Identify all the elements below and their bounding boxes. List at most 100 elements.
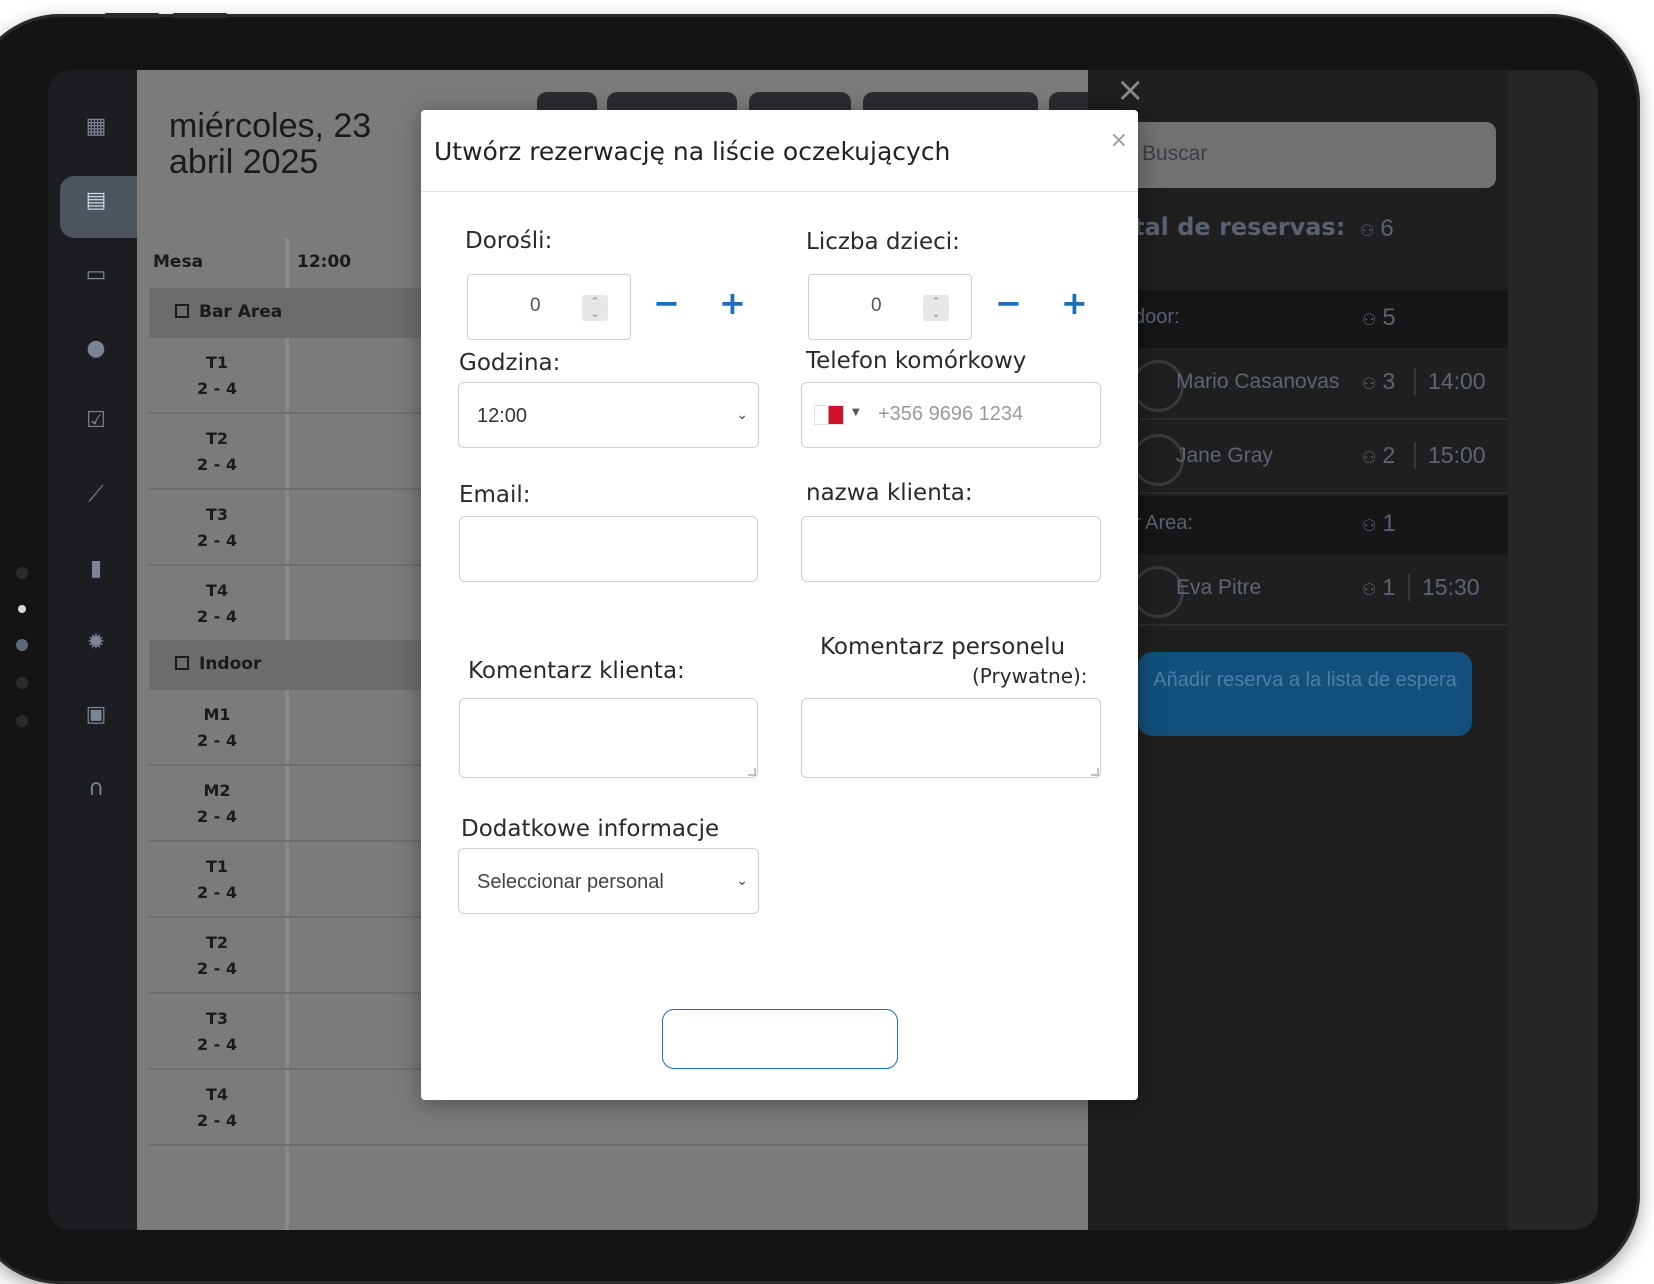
entry-name: Eva Pitre [1176,576,1262,599]
people-icon: ⚇ [1360,223,1375,240]
area-band: r Area: ⚇ 1 [1088,496,1508,554]
table-name: M2 [203,781,231,800]
staff-comment-sublabel: (Prywatne): [972,664,1088,688]
table-name: T3 [205,1009,229,1028]
chevron-down-icon: ⌄ [736,873,748,889]
table-capacity: 2 - 4 [196,1111,238,1130]
entry-party: ⚇ 1 [1362,574,1396,600]
phone-label: Telefon komórkowy [806,348,1027,374]
malta-flag-icon[interactable] [814,405,844,425]
table-capacity: 2 - 4 [196,883,238,902]
waitlist-entry[interactable]: Mario Casanovas ⚇ 3 14:00 [1088,348,1508,420]
search-placeholder: Buscar [1142,142,1208,165]
tablet-volume-button [172,13,228,18]
area-count: ⚇ 1 [1362,510,1396,537]
entry-party: ⚇ 3 [1362,368,1396,394]
table-name: T1 [205,857,229,876]
table-capacity: 2 - 4 [196,807,238,826]
phone-input[interactable]: ▼ +356 9696 1234 [801,382,1101,448]
date-title: miércoles, 23 abril 2025 [169,108,429,180]
area-band: door: ⚇ 5 [1088,290,1508,348]
table-capacity: 2 - 4 [196,731,238,750]
email-field[interactable] [459,516,758,582]
chart-icon[interactable]: ⟋ [74,472,118,516]
staff-select[interactable]: Seleccionar personal ⌄ [458,848,759,914]
table-name: M1 [203,705,231,724]
children-label: Liczba dzieci: [806,229,960,255]
spinner-icon[interactable]: ⌃ ⌄ [582,295,608,321]
spinner-icon[interactable]: ⌃ ⌄ [923,295,949,321]
area-label: r Area: [1134,512,1193,534]
submit-button[interactable] [662,1009,898,1069]
clipboard-icon[interactable]: ▮ [74,546,118,590]
table-name: T1 [205,353,229,372]
modal-header: Utwórz rezerwację na liście oczekujących… [421,110,1138,192]
entry-party: ⚇ 2 [1362,442,1396,468]
time-label: Godzina: [459,350,561,376]
headset-icon[interactable]: ∩ [74,766,118,810]
staff-comment-textarea[interactable] [801,698,1101,778]
table-name: T2 [205,933,229,952]
table-capacity: 2 - 4 [196,1035,238,1054]
entry-time: 15:30 [1408,574,1480,601]
entry-name: Mario Casanovas [1176,370,1340,393]
table-capacity: 2 - 4 [196,531,238,550]
sidebar: ▦ ▤ ▭ ● ☑ ⟋ ▮ ✹ ▣ ∩ [48,70,140,1230]
calendar-icon[interactable]: ▤ [74,178,118,222]
area-count: ⚇ 5 [1362,304,1396,331]
table-name: T2 [205,429,229,448]
waitlist-entry[interactable]: Jane Gray ⚇ 2 15:00 [1088,422,1508,494]
people-icon: ⚇ [1362,312,1377,329]
time-select[interactable]: 12:00 ⌄ [458,382,759,448]
waitlist-entry[interactable]: Eva Pitre ⚇ 1 15:30 [1088,554,1508,626]
section-label: Bar Area [199,302,283,322]
children-value: 0 [871,295,882,316]
close-icon[interactable]: × [1116,70,1145,110]
client-comment-textarea[interactable] [459,698,758,778]
resize-handle-icon[interactable] [1091,768,1099,776]
user-icon[interactable]: ● [74,326,118,370]
people-icon: ⚇ [1362,582,1377,599]
children-increment-button[interactable]: + [1061,284,1088,322]
table-name: T4 [205,581,229,600]
date-line-2: abril 2025 [169,143,319,181]
search-input[interactable]: Buscar [1106,122,1496,188]
children-decrement-button[interactable]: − [995,284,1022,322]
adults-value: 0 [530,295,541,316]
entry-time: 15:00 [1414,442,1486,469]
time-value: 12:00 [477,405,528,427]
table-name: T4 [205,1085,229,1104]
caret-down-icon[interactable]: ▼ [852,407,860,418]
client-name-field[interactable] [801,516,1101,582]
client-name-label: nazwa klienta: [806,480,973,506]
add-to-waitlist-button[interactable]: Añadir reserva a la lista de espera [1138,652,1472,736]
children-input[interactable]: 0 ⌃ ⌄ [808,274,972,340]
total-reservations-label: tal de reservas: [1133,213,1346,241]
people-icon: ⚇ [1362,376,1377,393]
chevron-down-icon: ⌄ [736,407,748,423]
resize-handle-icon[interactable] [748,768,756,776]
adults-input[interactable]: 0 ⌃ ⌄ [467,274,631,340]
adults-increment-button[interactable]: + [719,284,746,322]
column-header-time: 12:00 [297,252,352,272]
table-capacity: 2 - 4 [196,959,238,978]
entry-time: 14:00 [1414,368,1486,395]
area-label: door: [1134,306,1180,328]
collapse-icon[interactable] [175,656,189,670]
check-message-icon[interactable]: ☑ [74,398,118,442]
waitlist-panel [1088,70,1508,1230]
adults-decrement-button[interactable]: − [653,284,680,322]
column-header-table: Mesa [153,252,204,272]
table-capacity: 2 - 4 [196,455,238,474]
collapse-icon[interactable] [175,304,189,318]
section-label: Indoor [199,654,262,674]
card-icon[interactable]: ▭ [74,252,118,296]
gear-icon[interactable]: ✹ [74,620,118,664]
gift-icon[interactable]: ▣ [74,692,118,736]
people-icon: ⚇ [1362,450,1377,467]
dashboard-icon[interactable]: ▦ [74,104,118,148]
waitlist-reservation-modal: Utwórz rezerwację na liście oczekujących… [421,110,1138,1100]
staff-comment-label: Komentarz personelu [820,634,1066,660]
modal-close-icon[interactable]: × [1110,128,1128,153]
email-label: Email: [459,482,531,508]
